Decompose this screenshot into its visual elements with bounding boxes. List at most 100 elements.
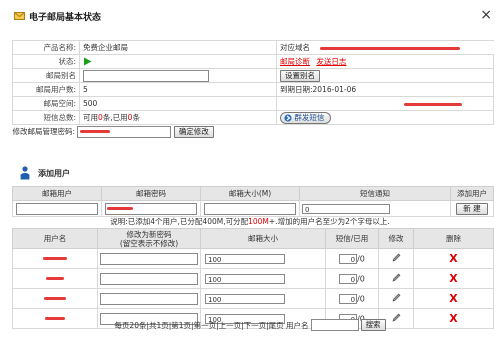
table-row: 100 0/0 X: [12, 248, 494, 269]
users-count-value: 5: [79, 82, 277, 97]
col-mail-size: 邮箱大小(M): [200, 186, 300, 201]
redacted-username: [43, 257, 67, 260]
sms-unit: 条: [132, 113, 140, 122]
col-new-password-title: 修改为新密码: [126, 229, 172, 239]
sms-label: 短信总数:: [12, 110, 80, 125]
delete-icon[interactable]: X: [449, 272, 457, 285]
note-text-2: +.增加的用户名至少为2个字母以上.: [268, 217, 390, 226]
set-alias-button[interactable]: 设置别名: [280, 69, 320, 82]
new-password-field[interactable]: [100, 252, 198, 265]
mail-diagnose-link[interactable]: 邮局诊断: [280, 57, 310, 66]
redacted-info: [404, 102, 462, 106]
sms-available-label: 可用: [83, 113, 98, 122]
add-user-section: 添加用户: [20, 166, 70, 180]
redacted-username: [46, 277, 64, 280]
redacted-password: [80, 129, 111, 133]
send-icon: [284, 113, 292, 122]
pencil-icon[interactable]: [392, 253, 401, 262]
mail-icon: [14, 12, 25, 20]
add-user-heading: 添加用户: [38, 168, 70, 178]
col-new-password-hint: (留空表示不修改): [119, 238, 179, 248]
window-title: 电子邮局基本状态: [29, 12, 102, 23]
table-row: 100 0/0 X: [12, 288, 494, 309]
delete-icon[interactable]: X: [449, 292, 457, 305]
status-cell: [79, 54, 277, 69]
title-bar: 电子邮局基本状态: [0, 0, 500, 32]
space-extra: [276, 96, 494, 111]
mailbox-size-field[interactable]: 100: [205, 253, 285, 264]
new-password-input[interactable]: [105, 202, 197, 215]
note-highlight: 100M: [248, 217, 269, 226]
note-text-1: 说明:已添加4个用户,已分配400M,可分配: [110, 217, 249, 226]
delete-icon[interactable]: X: [449, 252, 457, 265]
col-add-user: 添加用户: [450, 186, 494, 201]
alias-input[interactable]: [83, 69, 209, 82]
sms-quota-field[interactable]: 0: [339, 273, 358, 284]
sms-quota-field[interactable]: 0: [339, 293, 358, 304]
alias-button-cell: 设置别名: [276, 68, 494, 83]
col-username: 用户名: [12, 228, 98, 249]
username-search-input[interactable]: [310, 319, 359, 331]
col-delete: 删除: [413, 228, 494, 249]
col-new-password: 修改为新密码 (留空表示不修改): [97, 228, 201, 249]
new-size-input[interactable]: [204, 202, 296, 215]
admin-password-input[interactable]: [77, 125, 172, 138]
sms-used-label: 条,已用: [102, 113, 128, 122]
space-label: 邮局空间:: [12, 96, 80, 111]
mailbox-info-table: 产品名称: 免费企业邮局 对应域名 状态: 邮局诊断 发送日志 邮局别名 设置别…: [12, 40, 494, 138]
redacted-password: [107, 206, 133, 210]
col-sms-notify: 短信通知: [299, 186, 451, 201]
col-sms-used: 短信/已用: [325, 228, 379, 249]
create-user-button[interactable]: 新 建: [456, 202, 488, 215]
pagination-text[interactable]: 每页20条|共1页|第1页|第一页|上一页|下一页|尾页 用户名: [114, 320, 308, 331]
new-password-field[interactable]: [100, 272, 198, 285]
status-label: 状态:: [12, 54, 80, 69]
running-status-icon: [84, 57, 92, 66]
col-edit: 修改: [378, 228, 414, 249]
bulk-sms-button[interactable]: 群发短信: [280, 111, 332, 124]
mailbox-size-field[interactable]: 100: [205, 293, 285, 304]
mail-status-window: 电子邮局基本状态 × 产品名称: 免费企业邮局 对应域名 状态: 邮局诊断 发送…: [0, 0, 500, 337]
redacted-domain: [320, 46, 461, 50]
new-password-field[interactable]: [100, 292, 198, 305]
sms-counts: 可用0条,已用0条: [79, 110, 277, 125]
search-button[interactable]: 搜索: [360, 319, 386, 331]
close-icon[interactable]: ×: [480, 8, 492, 22]
users-count-label: 邮局用户数:: [12, 82, 80, 97]
send-log-link[interactable]: 发送日志: [316, 57, 346, 66]
sms-used-value: /0: [357, 254, 365, 263]
expiry-date: 到期日期:2016-01-06: [276, 82, 494, 97]
alias-label: 邮局别名: [12, 68, 80, 83]
col-mail-password: 邮箱密码: [101, 186, 201, 201]
product-label: 产品名称:: [12, 40, 80, 55]
col-mail-user: 邮箱用户: [12, 186, 102, 201]
sms-quota-field[interactable]: 0: [339, 253, 358, 264]
alias-cell: [79, 68, 277, 83]
new-user-input[interactable]: [16, 202, 98, 215]
sms-used-value: /0: [357, 274, 365, 283]
table-row: 100 0/0 X: [12, 268, 494, 289]
bulk-sms-label: 群发短信: [294, 112, 325, 122]
product-value: 免费企业邮局: [79, 40, 277, 55]
redacted-username: [44, 297, 66, 300]
quota-note: 说明:已添加4个用户,已分配400M,可分配100M+.增加的用户名至少为2个字…: [0, 216, 500, 227]
confirm-change-button[interactable]: 确定修改: [173, 125, 214, 138]
add-user-table: 邮箱用户 邮箱密码 邮箱大小(M) 短信通知 添加用户 0 新 建: [12, 186, 494, 217]
admin-password-label: 修改邮局管理密码:: [12, 126, 76, 136]
mailbox-size-field[interactable]: 100: [205, 273, 285, 284]
domain-label: 对应域名: [280, 43, 310, 52]
password-row: 修改邮局管理密码: 确定修改: [13, 125, 494, 139]
sms-button-cell: 群发短信: [276, 110, 494, 125]
user-rows: 1000/0X1000/0X1000/0X1000/0X: [12, 248, 494, 329]
user-list-table: 用户名 修改为新密码 (留空表示不修改) 邮箱大小 短信/已用 修改 删除 10…: [12, 228, 494, 329]
sms-used-value: /0: [357, 294, 365, 303]
domain-cell: 对应域名: [276, 40, 494, 55]
pagination: 每页20条|共1页|第1页|第一页|上一页|下一页|尾页 用户名 搜索: [0, 319, 500, 331]
pencil-icon[interactable]: [392, 273, 401, 282]
sms-notify-input[interactable]: 0: [302, 203, 390, 214]
space-value: 500: [79, 96, 277, 111]
pencil-icon[interactable]: [392, 293, 401, 302]
status-links: 邮局诊断 发送日志: [276, 54, 494, 69]
user-icon: [20, 166, 30, 180]
col-mailbox-size: 邮箱大小: [200, 228, 326, 249]
